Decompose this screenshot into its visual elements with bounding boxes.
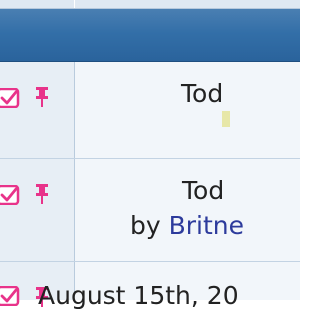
by-label: by — [130, 211, 169, 240]
author-link[interactable]: Britne — [169, 211, 244, 240]
checkbox-checked-icon[interactable] — [0, 88, 20, 108]
last-post-date: Tod — [182, 176, 225, 205]
pin-icon — [36, 184, 48, 204]
last-post-byline: by Britne — [130, 211, 244, 241]
thread-row[interactable]: Tod by Britne — [0, 159, 300, 262]
checkbox-checked-icon[interactable] — [0, 286, 20, 306]
top-strip — [0, 0, 300, 9]
last-post-date: Tod — [181, 79, 224, 108]
thread-status-cell — [0, 62, 75, 158]
last-post-date: August 15th, 20 — [38, 281, 239, 310]
table-header-bar — [0, 9, 300, 62]
column-divider — [74, 0, 75, 8]
checkbox-checked-icon[interactable] — [0, 185, 20, 205]
last-post-cell — [75, 62, 300, 158]
thread-row[interactable]: August 15th, 20 — [0, 262, 300, 310]
last-post-cell — [75, 159, 300, 261]
thread-status-cell — [0, 159, 75, 261]
highlight-marker — [222, 111, 230, 127]
thread-row[interactable]: Tod — [0, 62, 300, 159]
pin-icon — [36, 87, 48, 107]
